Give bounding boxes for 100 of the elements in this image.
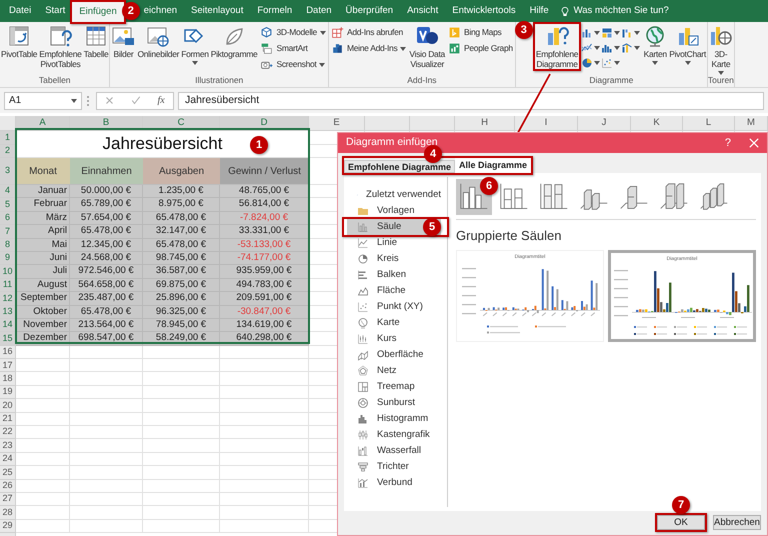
chart-type-item[interactable]: Fläche bbox=[347, 283, 441, 299]
chart-type-item[interactable]: Kurs bbox=[347, 331, 441, 347]
row-header[interactable]: 15 bbox=[0, 332, 16, 346]
ribbon-button[interactable]: Piktogramme bbox=[210, 24, 258, 59]
row-header[interactable]: 23 bbox=[0, 439, 16, 453]
row-header[interactable]: 4 bbox=[0, 185, 16, 198]
chart-type-item[interactable]: Verbund bbox=[347, 475, 441, 491]
chart-type-item[interactable]: Trichter bbox=[347, 459, 441, 475]
table-cell: 69.875,00 € bbox=[143, 278, 220, 292]
help-button[interactable]: ? bbox=[724, 134, 731, 152]
row-header[interactable]: 25 bbox=[0, 466, 16, 480]
column-header[interactable]: M bbox=[735, 116, 768, 130]
row-header[interactable]: 22 bbox=[0, 426, 16, 440]
chart-type-item[interactable]: Punkt (XY) bbox=[347, 299, 441, 315]
row-header[interactable]: 20 bbox=[0, 399, 16, 413]
chart-type-item[interactable]: Netz bbox=[347, 363, 441, 379]
row-header[interactable]: 28 bbox=[0, 506, 16, 520]
step-badge: 1 bbox=[250, 136, 268, 154]
ribbon-tab[interactable]: Überprüfen bbox=[338, 0, 400, 22]
chart-type-item[interactable]: Treemap bbox=[347, 379, 441, 395]
column-header[interactable]: E bbox=[309, 116, 365, 130]
chart-type-item[interactable]: Kreis bbox=[347, 251, 441, 267]
row-header[interactable]: 3 bbox=[0, 158, 16, 185]
ribbon-tab[interactable]: Entwicklertools bbox=[445, 0, 523, 22]
ribbon-button[interactable]: PivotTable bbox=[0, 24, 38, 59]
ribbon-button[interactable]: Onlinebilder bbox=[136, 24, 180, 59]
name-box[interactable]: A1 bbox=[4, 92, 82, 110]
ribbon-button[interactable]: Formen bbox=[180, 24, 210, 65]
table-cell: 32.147,00 € bbox=[143, 225, 220, 239]
ribbon-button[interactable]: People Graph bbox=[448, 42, 513, 55]
ribbon-button[interactable]: Karten bbox=[642, 24, 668, 65]
search-field[interactable]: Was möchten Sie tun? bbox=[560, 0, 669, 22]
column-header[interactable]: L bbox=[683, 116, 735, 130]
row-header[interactable]: 1 bbox=[0, 131, 16, 144]
table-cell: 1.235,00 € bbox=[143, 185, 220, 198]
row-header[interactable]: 12 bbox=[0, 292, 16, 306]
table-cell: 56.814,00 € bbox=[220, 198, 309, 212]
table-cell: Juni bbox=[16, 252, 70, 266]
row-header[interactable]: 26 bbox=[0, 480, 16, 493]
row-header[interactable]: 17 bbox=[0, 359, 16, 372]
column-header[interactable]: I bbox=[515, 116, 578, 130]
chart-type-item[interactable]: Oberfläche bbox=[347, 347, 441, 363]
row-header[interactable]: 5 bbox=[0, 198, 16, 212]
ribbon-button[interactable]: Empfohlene PivotTables bbox=[38, 24, 83, 69]
dialog-button[interactable]: Abbrechen bbox=[713, 515, 761, 530]
ribbon-button[interactable]: 3D- Karte bbox=[708, 24, 734, 75]
ribbon-tab[interactable]: Seitenlayout bbox=[184, 0, 250, 22]
ribbon-tab[interactable]: Start bbox=[38, 0, 72, 22]
ribbon-button[interactable]: PivotChart bbox=[668, 24, 707, 65]
ribbon-tab[interactable]: Datei bbox=[2, 0, 38, 22]
dialog-tab[interactable]: Alle Diagramme bbox=[455, 158, 532, 173]
chart-type-item[interactable]: Wasserfall bbox=[347, 443, 441, 459]
row-header[interactable]: 24 bbox=[0, 452, 16, 466]
column-header[interactable]: H bbox=[455, 116, 515, 130]
row-header[interactable]: 7 bbox=[0, 225, 16, 239]
chart-type-item[interactable]: Linie bbox=[347, 235, 441, 251]
column-heading: Ausgaben bbox=[143, 158, 220, 185]
function-button[interactable]: fx bbox=[157, 93, 165, 108]
ribbon-button[interactable]: Meine Add-Ins bbox=[330, 42, 406, 55]
ribbon-button[interactable]: Screenshot bbox=[260, 58, 326, 71]
chart-type-item[interactable]: Zuletzt verwendet bbox=[347, 187, 441, 203]
row-header[interactable]: 27 bbox=[0, 492, 16, 506]
ribbon-tab[interactable]: Hilfe bbox=[522, 0, 556, 22]
chart-type-item[interactable]: Sunburst bbox=[347, 395, 441, 411]
ribbon-button[interactable]: Add-Ins abrufen bbox=[330, 26, 406, 39]
ribbon-button[interactable]: Tabelle bbox=[82, 24, 110, 59]
ribbon-button[interactable]: Bing Maps bbox=[448, 26, 513, 39]
dialog-button[interactable]: OK bbox=[657, 515, 705, 530]
row-header[interactable]: 18 bbox=[0, 372, 16, 386]
chart-type-item[interactable]: Kastengrafik bbox=[347, 427, 441, 443]
column-header[interactable]: K bbox=[631, 116, 683, 130]
formula-field[interactable]: Jahresübersicht bbox=[178, 92, 764, 110]
table-cell: 65.789,00 € bbox=[70, 198, 143, 212]
table-cell: 65.478,00 € bbox=[143, 238, 220, 252]
table-cell: 24.568,00 € bbox=[70, 252, 143, 266]
table-cell: Februar bbox=[16, 198, 70, 212]
ribbon-button[interactable]: Empfohlene Diagramme bbox=[534, 24, 580, 69]
column-heading: Einnahmen bbox=[70, 158, 143, 185]
ribbon-button[interactable]: SmartArt bbox=[260, 42, 326, 55]
row-header[interactable]: 10 bbox=[0, 265, 16, 279]
chart-type-item[interactable]: Karte bbox=[347, 315, 441, 331]
ribbon-button[interactable]: 3D-Modelle bbox=[260, 26, 326, 39]
table-cell: 935.959,00 € bbox=[220, 265, 309, 279]
row-header[interactable]: 19 bbox=[0, 386, 16, 400]
ribbon-tab[interactable]: Ansicht bbox=[400, 0, 446, 22]
ribbon-button[interactable]: Visio Data Visualizer bbox=[408, 24, 446, 69]
row-header[interactable]: 16 bbox=[0, 346, 16, 360]
row-header[interactable]: 29 bbox=[0, 520, 16, 534]
ribbon-tab[interactable]: Einfügen bbox=[72, 2, 124, 22]
ribbon-button[interactable]: Bilder bbox=[110, 24, 136, 59]
table-cell: Mai bbox=[16, 238, 70, 252]
row-header[interactable]: 21 bbox=[0, 412, 16, 426]
column-header[interactable]: J bbox=[578, 116, 631, 130]
chart-type-item[interactable]: Histogramm bbox=[347, 411, 441, 427]
table-cell: 33.331,00 € bbox=[220, 225, 309, 239]
ribbon-tab[interactable]: Daten bbox=[299, 0, 339, 22]
dialog-tab[interactable]: Empfohlene Diagramme bbox=[344, 160, 456, 173]
ribbon-tab[interactable]: Formeln bbox=[250, 0, 300, 22]
chart-type-item[interactable]: Vorlagen bbox=[347, 203, 441, 219]
chart-type-item[interactable]: Balken bbox=[347, 267, 441, 283]
